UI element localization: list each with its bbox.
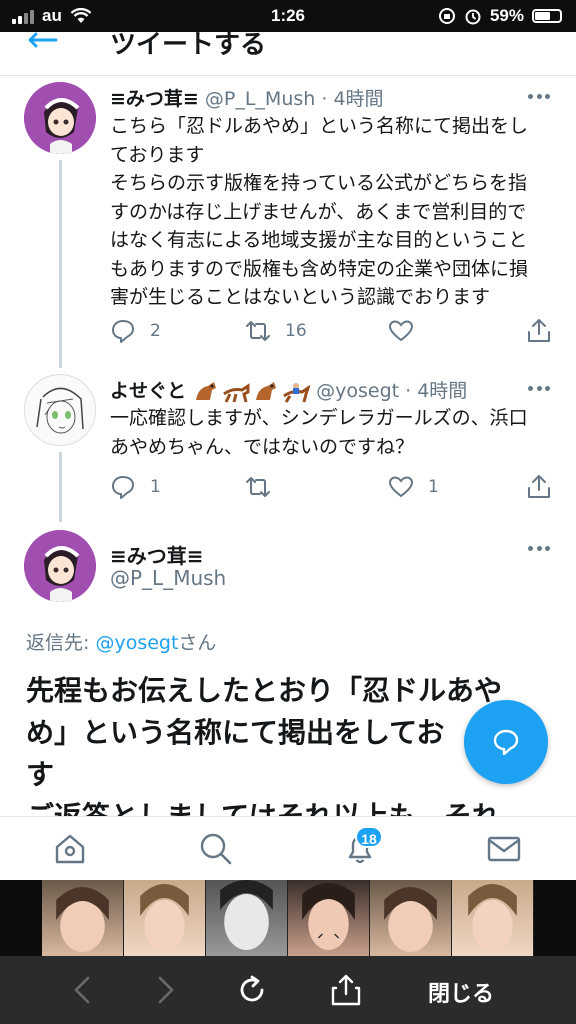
home-icon[interactable] — [52, 831, 88, 867]
compose-reply-button[interactable] — [464, 700, 548, 784]
reply-button[interactable]: 1 — [110, 474, 161, 500]
header: ツイートする — [0, 32, 576, 76]
ad-photo — [370, 880, 452, 956]
horse-racing-emoji-icon — [283, 382, 311, 403]
tab-bar — [0, 816, 576, 880]
ad-photo — [288, 880, 370, 956]
face-photo-icon — [302, 883, 355, 950]
orientation-lock-icon — [438, 8, 455, 24]
retweet-button[interactable] — [245, 474, 285, 500]
notifications-badge: 18 — [355, 826, 383, 848]
like-button[interactable] — [388, 318, 428, 344]
tweet-line: はなく有志による地域支援が主な目的ということ — [110, 229, 528, 251]
back-arrow-icon[interactable] — [26, 32, 66, 56]
heart-icon — [388, 476, 414, 498]
alarm-icon — [465, 9, 481, 25]
ad-photo — [206, 880, 288, 956]
racehorse-emoji-icon — [223, 382, 250, 403]
face-photo-icon — [140, 884, 189, 952]
more-options-icon[interactable] — [528, 546, 550, 552]
horse-emoji-icon — [256, 381, 277, 400]
forward-chevron-icon[interactable] — [148, 974, 180, 1006]
search-icon[interactable] — [198, 831, 234, 867]
reply-icon — [112, 320, 134, 343]
battery-percent: 59% — [489, 6, 524, 25]
tweet-line: ております — [110, 143, 205, 166]
handle[interactable]: @yosegt — [316, 380, 399, 402]
tweet-header: ≡みつ茸≡ @P_L_Mush · 4時間 — [110, 84, 384, 111]
reply-icon — [112, 476, 134, 499]
avatar[interactable] — [24, 374, 96, 446]
back-chevron-icon[interactable] — [68, 974, 100, 1006]
status-bar: au 1:26 59% — [0, 0, 576, 32]
share-button[interactable] — [526, 474, 552, 500]
tweet-line: 一応確認しますが、シンデレラガールズの、浜口 — [110, 407, 528, 429]
horse-emoji-icon — [196, 381, 217, 400]
tweet-actions: 2 16 — [110, 318, 555, 348]
ad-banner[interactable] — [0, 880, 576, 956]
display-name[interactable]: ≡みつ茸≡ — [110, 540, 204, 569]
retweet-icon — [246, 321, 270, 341]
display-name[interactable]: よせぐと — [110, 380, 186, 402]
avatar[interactable] — [24, 82, 96, 154]
share-button[interactable] — [526, 318, 552, 344]
avatar[interactable] — [24, 530, 96, 602]
tweet-line: もありますので版権も含め特定の企業や団体に損 — [110, 257, 529, 280]
mail-icon[interactable] — [486, 831, 522, 867]
face-photo-icon — [468, 884, 517, 952]
display-name[interactable]: ≡みつ茸≡ — [110, 88, 199, 110]
ad-photo — [452, 880, 534, 956]
timestamp: · 4時間 — [321, 88, 384, 110]
tweet-text: 一応確認しますが、シンデレラガールズの、浜口 あやめちゃん、ではないのですね？ — [110, 404, 555, 461]
thread-line — [59, 160, 62, 368]
more-options-icon[interactable] — [528, 386, 550, 392]
tweet-line: こちら「忍ドルあやめ」という名称にて掲出をし — [110, 115, 529, 137]
face-photo-icon — [220, 880, 273, 950]
tweet-line: 害が生じることはないという認識でおります — [110, 286, 491, 308]
share-icon — [528, 475, 550, 498]
face-photo-icon — [56, 887, 109, 952]
tweet-line: 先程もお伝えしたとおり「忍ドルあや — [26, 674, 503, 707]
more-options-icon[interactable] — [528, 94, 550, 100]
reply-bubble-icon — [493, 729, 519, 756]
heart-icon — [388, 320, 414, 342]
face-photo-icon — [384, 887, 437, 952]
share-icon[interactable] — [330, 974, 362, 1006]
tweet-line: そちらの示す版権を持っている公式がどちらを指 — [110, 172, 528, 194]
reply-count: 1 — [150, 477, 161, 497]
reply-suffix: さん — [178, 632, 217, 654]
tweet-text: こちら「忍ドルあやめ」という名称にて掲出をし ております そちらの示す版権を持っ… — [110, 112, 555, 312]
thread-line — [59, 452, 62, 522]
close-button[interactable]: 閉じる — [428, 976, 494, 1008]
page-title: ツイートする — [110, 32, 267, 60]
anime-girl-avatar-icon — [24, 530, 96, 602]
reply-count: 2 — [150, 321, 161, 341]
retweet-icon — [246, 477, 270, 497]
sketch-avatar-icon — [25, 375, 95, 445]
ad-photo — [124, 880, 206, 956]
anime-girl-avatar-icon — [24, 82, 96, 154]
handle[interactable]: @P_L_Mush — [205, 88, 315, 110]
retweet-count: 16 — [285, 321, 307, 341]
retweet-button[interactable]: 16 — [245, 318, 307, 344]
horse-emojis — [192, 380, 311, 404]
browser-toolbar: 閉じる — [0, 956, 576, 1024]
timestamp: · 4時間 — [405, 380, 468, 402]
tweet-header: よせぐと @yosegt · 4時間 — [110, 376, 467, 404]
share-icon — [528, 319, 550, 342]
reload-icon[interactable] — [236, 974, 268, 1006]
reply-context: 返信先: @yosegtさん — [26, 628, 216, 655]
reply-button[interactable]: 2 — [110, 318, 161, 344]
like-count: 1 — [428, 477, 439, 497]
reply-to-handle[interactable]: @yosegt — [95, 632, 178, 654]
battery-icon — [532, 9, 562, 23]
reply-prefix: 返信先: — [26, 632, 96, 654]
ad-photo — [42, 880, 124, 956]
tweet-line: すのかは存じ上げませんが、あくまで営利目的で — [110, 200, 527, 223]
tweet-line: あやめちゃん、ではないのですね？ — [110, 435, 415, 458]
handle[interactable]: @P_L_Mush — [110, 566, 226, 590]
tweet-actions: 1 1 — [110, 474, 555, 504]
like-button[interactable]: 1 — [388, 474, 439, 500]
